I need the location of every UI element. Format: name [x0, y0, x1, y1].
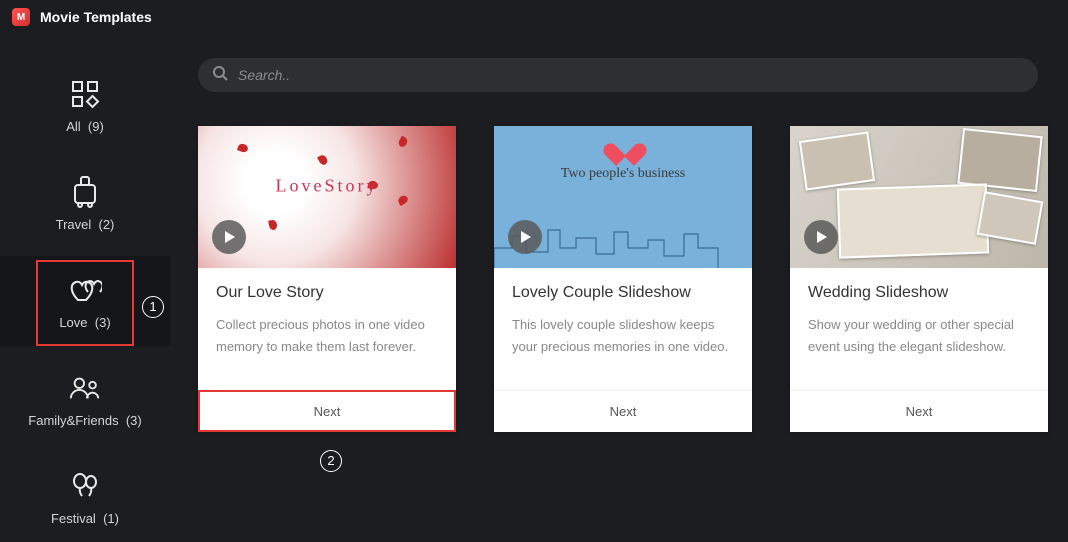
template-thumbnail	[494, 126, 752, 268]
sidebar-item-label: Travel (2)	[56, 217, 115, 232]
sidebar-item-label: All (9)	[66, 119, 104, 134]
balloons-icon	[68, 469, 102, 503]
hearts-icon	[68, 273, 102, 307]
app-header: M Movie Templates	[0, 0, 1068, 34]
search-bar[interactable]	[198, 58, 1038, 92]
template-grid: Our Love Story Collect precious photos i…	[198, 126, 1058, 432]
next-button[interactable]: Next	[790, 390, 1048, 432]
template-card-wedding-slideshow[interactable]: Wedding Slideshow Show your wedding or o…	[790, 126, 1048, 432]
app-title: Movie Templates	[40, 9, 152, 25]
template-card-body: Wedding Slideshow Show your wedding or o…	[790, 268, 1048, 390]
annotation-step-2: 2	[320, 450, 342, 472]
search-input[interactable]	[238, 67, 1024, 83]
search-icon	[212, 65, 228, 86]
people-icon	[68, 371, 102, 405]
sidebar-item-label: Family&Friends (3)	[28, 413, 141, 428]
next-button[interactable]: Next	[198, 390, 456, 432]
play-icon[interactable]	[804, 220, 838, 254]
next-button[interactable]: Next	[494, 390, 752, 432]
template-thumbnail	[790, 126, 1048, 268]
sidebar-item-festival[interactable]: Festival (1)	[0, 452, 170, 542]
template-thumbnail	[198, 126, 456, 268]
suitcase-icon	[68, 175, 102, 209]
sidebar-item-label: Love (3)	[59, 315, 110, 330]
template-description: Collect precious photos in one video mem…	[216, 314, 438, 358]
template-description: Show your wedding or other special event…	[808, 314, 1030, 358]
grid-icon	[68, 77, 102, 111]
template-card-our-love-story[interactable]: Our Love Story Collect precious photos i…	[198, 126, 456, 432]
template-card-body: Our Love Story Collect precious photos i…	[198, 268, 456, 390]
main-content: Our Love Story Collect precious photos i…	[170, 34, 1068, 542]
sidebar-item-family-friends[interactable]: Family&Friends (3)	[0, 354, 170, 444]
play-icon[interactable]	[212, 220, 246, 254]
template-title: Wedding Slideshow	[808, 284, 1030, 302]
annotation-step-1: 1	[142, 296, 164, 318]
template-card-lovely-couple-slideshow[interactable]: Lovely Couple Slideshow This lovely coup…	[494, 126, 752, 432]
sidebar-item-all[interactable]: All (9)	[0, 60, 170, 150]
template-title: Our Love Story	[216, 284, 438, 302]
app-logo-icon: M	[12, 8, 30, 26]
play-icon[interactable]	[508, 220, 542, 254]
sidebar-item-travel[interactable]: Travel (2)	[0, 158, 170, 248]
template-title: Lovely Couple Slideshow	[512, 284, 734, 302]
sidebar-item-label: Festival (1)	[51, 511, 119, 526]
template-card-body: Lovely Couple Slideshow This lovely coup…	[494, 268, 752, 390]
category-sidebar: All (9) Travel (2)	[0, 34, 170, 542]
template-description: This lovely couple slideshow keeps your …	[512, 314, 734, 358]
